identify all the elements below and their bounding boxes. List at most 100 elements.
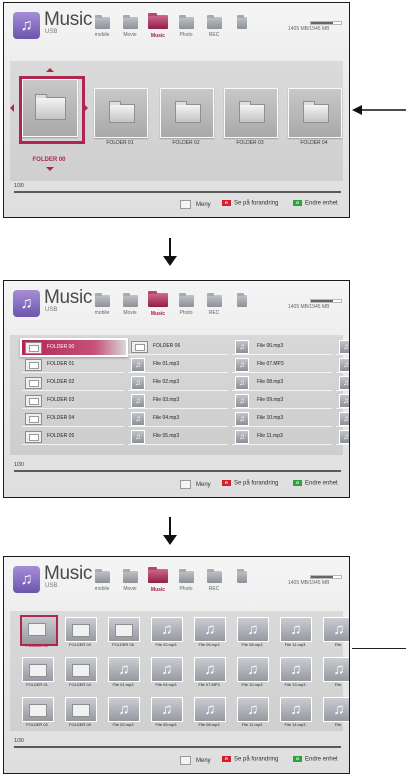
list-item[interactable]: FOLDER 03 [22,393,124,409]
category-music[interactable]: Music [146,13,170,39]
arrow-right-icon[interactable] [84,104,88,112]
category-other[interactable] [230,15,254,29]
list-item[interactable]: ♫ File 01.mp3 [128,357,228,373]
grid-item[interactable]: ♫ File 02.mp3 [147,615,185,649]
arrow-down-icon[interactable] [46,167,54,171]
menu-button[interactable]: Meny [180,200,211,209]
folder-icon [148,567,168,583]
arrow-up-icon[interactable] [46,68,54,72]
arrow-down-icon [163,517,177,545]
list-item[interactable]: ♫ [336,339,349,355]
category-photo[interactable]: Photo [174,15,198,38]
category-music[interactable]: Music [146,567,170,593]
list-item[interactable]: ♫ [336,411,349,427]
category-mobile[interactable]: mobile [90,15,114,38]
arrow-left-icon[interactable] [10,104,14,112]
category-photo[interactable]: Photo [174,569,198,592]
grid-item[interactable]: ♫ File 07.MP3 [190,655,228,689]
folder-thumb[interactable] [224,88,278,138]
grid-item[interactable]: ♫ File 11.mp3 [233,695,271,729]
grid-item[interactable]: FOLDER 03 [61,615,99,649]
list-item[interactable]: ♫ File 06.mp3 [232,339,332,355]
list-item[interactable]: ♫ File 11.mp3 [232,429,332,445]
list-item[interactable]: FOLDER 02 [22,375,124,391]
grid-item[interactable]: ♫ File 08.mp3 [233,615,271,649]
category-movie[interactable]: Movie [118,569,142,592]
folder-icon [122,569,138,583]
list-item[interactable]: ♫ File 08.mp3 [232,375,332,391]
music-file-icon: ♫ [151,617,183,642]
grid-item[interactable]: ♫ File 05.mp3 [190,615,228,649]
grid-item[interactable]: ♫ File 14.mp3 [276,695,314,729]
list-item[interactable]: FOLDER 00 [20,338,128,357]
list-item[interactable]: ♫ [336,357,349,373]
grid-item[interactable]: ♫ File 05.mp3 [147,695,185,729]
list-item[interactable]: FOLDER 04 [22,411,124,427]
category-rec[interactable]: REC [202,15,226,38]
category-photo[interactable]: Photo [174,293,198,316]
list-item[interactable]: ♫ [336,393,349,409]
list-item[interactable]: ♫ File 09.mp3 [232,393,332,409]
grid-item[interactable]: FOLDER 06 [104,615,142,649]
list-item[interactable]: ♫ File 07.MP3 [232,357,332,373]
red-button[interactable]: R Se på forandring [222,480,278,487]
grid-item[interactable]: FOLDER 05 [61,695,99,729]
grid-item[interactable]: ♫ File [319,655,349,689]
grid-item[interactable]: ♫ File 13.mp3 [276,655,314,689]
green-button[interactable]: G Endre enhet [293,480,338,487]
grid-item[interactable]: ♫ File [319,615,349,649]
music-file-icon: ♫ [194,617,226,642]
grid-item[interactable]: FOLDER 02 [18,695,56,729]
category-other[interactable] [230,293,254,307]
menu-button[interactable]: Meny [180,756,211,765]
list-item[interactable]: ♫ File 03.mp3 [128,393,228,409]
folder-icon [65,657,97,682]
list-item[interactable]: ♫ [336,375,349,391]
grid-item[interactable]: ♫ File 11.mp3 [276,615,314,649]
page-indicator: 1/30 [14,738,24,744]
grid-item[interactable]: ♫ File 01.mp3 [104,655,142,689]
category-movie[interactable]: Movie [118,293,142,316]
list-item[interactable]: FOLDER 05 [22,429,124,445]
grid-item[interactable]: ♫ File 02.mp3 [104,695,142,729]
category-music[interactable]: Music [146,291,170,317]
category-other[interactable] [230,569,254,583]
folder-thumb[interactable] [22,79,78,137]
green-button[interactable]: G Endre enhet [293,756,338,763]
page-bar [14,746,341,748]
menu-key-icon [180,756,191,765]
grid-item[interactable]: FOLDER 04 [61,655,99,689]
list-item[interactable]: ♫ [336,429,349,445]
folder-icon [237,569,247,583]
red-button[interactable]: R Se på forandring [222,200,278,207]
folder-thumb[interactable] [94,88,148,138]
grid-item[interactable]: ♫ File [319,695,349,729]
list-item[interactable]: ♫ File 10.mp3 [232,411,332,427]
category-mobile[interactable]: mobile [90,293,114,316]
grid-item-label: FOLDER 01 [26,682,48,687]
folder-thumb[interactable] [160,88,214,138]
grid-item-label: File 11.mp3 [241,722,263,727]
list-item[interactable]: ♫ File 04.mp3 [128,411,228,427]
folder-icon [108,617,140,642]
list-item[interactable]: ♫ File 02.mp3 [128,375,228,391]
red-button[interactable]: R Se på forandring [222,756,278,763]
folder-thumb[interactable] [288,88,342,138]
category-rec[interactable]: REC [202,569,226,592]
list-item[interactable]: FOLDER 01 [22,357,124,373]
grid-item[interactable]: ♫ File 04.mp3 [147,655,185,689]
list-item[interactable]: ♫ File 05.mp3 [128,429,228,445]
category-mobile[interactable]: mobile [90,569,114,592]
category-rec[interactable]: REC [202,293,226,316]
category-movie[interactable]: Movie [118,15,142,38]
menu-button[interactable]: Meny [180,480,211,489]
grid-item[interactable]: ♫ File 08.mp3 [190,695,228,729]
list-item[interactable]: FOLDER 06 [128,339,228,355]
folder-label: FOLDER 01 [106,140,134,146]
grid-item[interactable]: FOLDER 01 [18,655,56,689]
grid-item[interactable]: ♫ File 10.mp3 [233,655,271,689]
music-file-icon: ♫ [280,657,312,682]
green-button[interactable]: G Endre enhet [293,200,338,207]
grid-item-label: File 05.mp3 [198,642,220,647]
grid-item[interactable]: FOLDER 00 [18,615,58,649]
